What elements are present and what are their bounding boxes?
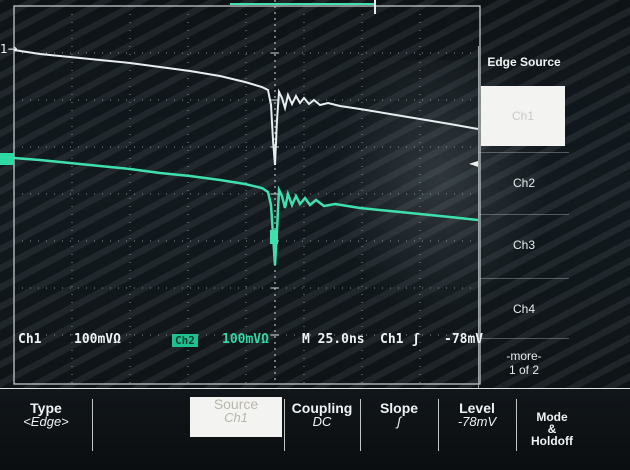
source-ch2-button[interactable]: Ch2: [479, 152, 569, 213]
source-ch4-button[interactable]: Ch4: [479, 278, 569, 339]
level-button[interactable]: Level -78mV: [439, 401, 515, 451]
trigger-level-readout: -78mV: [444, 332, 484, 347]
slope-label: Slope: [379, 400, 419, 416]
ch2-ground-marker: [0, 153, 14, 165]
source-ch3-button[interactable]: Ch3: [479, 214, 569, 275]
type-value: <Edge>: [23, 414, 69, 429]
trigger-slope-icon: ʃ: [412, 332, 420, 347]
ch2-badge: Ch2: [172, 334, 198, 347]
ch1-label: Ch1: [18, 332, 42, 347]
slope-value: ʃ: [397, 414, 401, 429]
edge-source-title: Edge Source: [487, 55, 561, 69]
trigger-channel: Ch1: [380, 332, 404, 347]
ch2-scale: 100mVΩ: [222, 332, 269, 347]
oscilloscope-screen: 1→ ◄ Edge Source Ch1 Ch2 Ch3 Ch4 -more- …: [0, 0, 630, 470]
holdoff-label: Holdoff: [531, 434, 573, 448]
bottom-menu-bar: Type <Edge> Source Ch1 Coupling DC Slope…: [0, 388, 630, 470]
status-readout: Ch1 100mVΩ Ch2 100mVΩ M 25.0ns Ch1 ʃ -78…: [18, 332, 488, 354]
more-page-label: 1 of 2: [508, 363, 540, 377]
source-value: Ch1: [224, 410, 248, 425]
ch2-trigger-marker: [270, 230, 278, 244]
source-ch1-button[interactable]: Ch1: [481, 86, 565, 146]
menu-divider: [92, 399, 93, 451]
source-button[interactable]: Source Ch1: [190, 397, 282, 437]
ch1-trace: [13, 49, 479, 166]
more-label: -more-: [506, 349, 542, 363]
coupling-button[interactable]: Coupling DC: [285, 401, 359, 451]
coupling-label: Coupling: [291, 400, 353, 416]
grid-horizontal-lines: [14, 52, 480, 336]
source-ch4-label: Ch4: [512, 302, 535, 316]
timebase-readout: M 25.0ns: [302, 332, 365, 347]
edge-source-menu: Edge Source Ch1 Ch2 Ch3 Ch4 -more- 1 of …: [478, 46, 569, 388]
slope-button[interactable]: Slope ʃ: [361, 401, 437, 451]
ch1-scale: 100mVΩ: [74, 332, 121, 347]
more-menu-button[interactable]: -more- 1 of 2: [479, 338, 569, 387]
level-label: Level: [459, 400, 495, 416]
trigger-level-arrow: ◄: [469, 156, 479, 170]
graticule-border: [13, 5, 481, 385]
mode-holdoff-button[interactable]: Mode & Holdoff: [517, 411, 587, 461]
source-label: Source: [213, 396, 259, 412]
level-value: -78mV: [457, 414, 497, 429]
source-ch1-label: Ch1: [511, 109, 534, 123]
ch1-ground-marker: 1→: [0, 42, 18, 56]
type-button[interactable]: Type <Edge>: [0, 401, 92, 451]
coupling-value: DC: [312, 414, 332, 429]
type-label: Type: [30, 400, 62, 416]
source-ch3-label: Ch3: [512, 238, 535, 252]
source-ch2-label: Ch2: [512, 176, 535, 190]
